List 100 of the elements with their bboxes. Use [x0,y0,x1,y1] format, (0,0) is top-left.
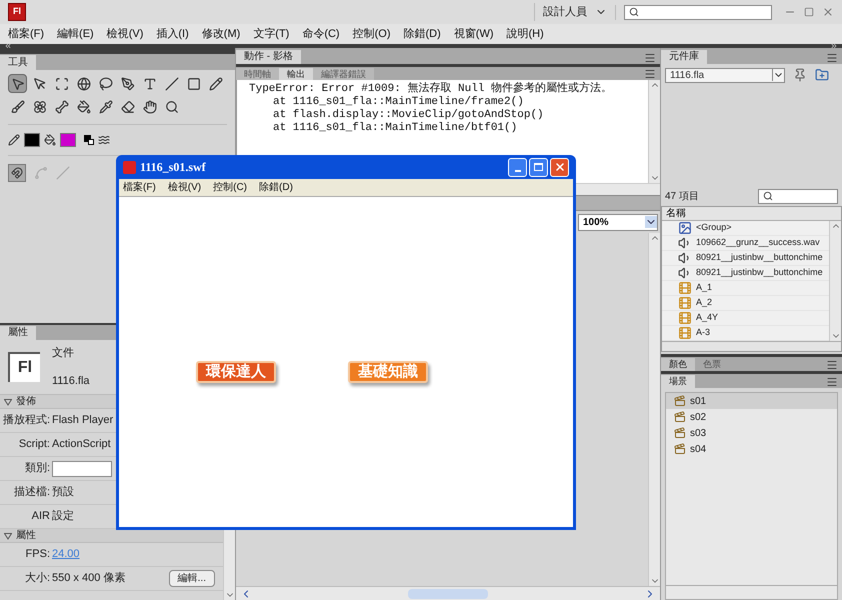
library-item[interactable]: A_2 [662,296,829,311]
clapperboard-icon [674,443,686,455]
expand-icon[interactable] [830,42,838,50]
menu-item[interactable]: 檢視(V) [168,180,202,195]
new-library-icon[interactable] [815,68,829,82]
panel-tab[interactable]: 工具 [0,55,36,70]
property-label: FPS: [24,547,51,562]
panel-menu-icon[interactable] [644,52,656,64]
minimize-button[interactable] [508,158,527,176]
scrollbar[interactable] [648,80,660,183]
menu-item[interactable]: 除錯(D) [259,180,293,195]
property-label: 大小: [24,571,51,586]
brush-icon [10,100,24,114]
panel-tab[interactable]: 編譯器錯誤 [313,68,374,80]
movie-clip-icon [678,326,692,340]
panel-menu-icon[interactable] [826,359,838,371]
scene-item[interactable]: s01 [666,393,837,409]
lasso-icon [98,76,112,90]
transform-icon [54,76,68,90]
maximize-icon[interactable] [804,7,814,17]
menu-item[interactable]: 檢視(V) [106,26,144,42]
panel-tab[interactable]: 時間軸 [236,68,279,80]
input-field[interactable] [52,460,112,476]
clapperboard-icon [674,395,686,407]
menu-item[interactable]: 修改(M) [202,26,240,42]
close-button[interactable] [550,158,569,176]
library-select[interactable]: 1116.fla [665,68,785,82]
panel-tab[interactable]: 動作 - 影格 [236,50,301,64]
minimize-icon [514,170,520,172]
pin-icon[interactable] [793,68,807,82]
pencil-icon [208,76,222,90]
maximize-icon [534,163,543,171]
caret-icon [772,69,784,81]
eyedropper-icon [98,100,112,114]
panel-tab[interactable]: 顏色 [661,358,695,371]
scrollbar[interactable] [829,221,841,341]
menu-item[interactable]: 說明(H) [506,26,544,42]
close-icon[interactable] [822,6,834,18]
section-header[interactable]: 屬性 [0,529,223,543]
menu-item[interactable]: 視窗(W) [454,26,494,42]
menu-item[interactable]: 檔案(F) [8,26,44,42]
menu-item[interactable]: 命令(C) [302,26,340,42]
property-label: 描述檔: [12,485,51,500]
bone-icon [54,100,68,114]
color-swatch[interactable] [60,133,76,147]
scene-item[interactable]: s03 [666,425,837,441]
color-swatch[interactable] [24,133,40,147]
panel-tab[interactable]: 輸出 [279,68,313,80]
paint-bucket-icon [44,134,56,146]
workspace-switcher[interactable]: 設計人員 [543,4,587,20]
line-icon [164,76,178,90]
column-header[interactable]: 名稱 [662,207,841,221]
tool-button[interactable] [8,74,27,93]
menu-item[interactable]: 控制(C) [213,180,248,195]
library-item[interactable]: 80921__justinbw__buttonchime [662,251,829,266]
menu-item[interactable]: 除錯(D) [404,26,441,42]
flower-icon [32,100,46,114]
library-item[interactable]: <Group> [662,221,829,236]
maximize-button[interactable] [529,158,548,176]
menu-item[interactable]: 編輯(E) [57,26,94,42]
edit-button[interactable]: 編輯... [168,570,215,587]
movie-clip-icon [678,311,692,325]
panel-menu-icon[interactable] [826,376,838,388]
panel-menu-icon[interactable] [826,52,838,64]
zoom-select[interactable]: 100% [578,214,658,230]
search-field[interactable] [624,4,772,20]
panel-tab[interactable]: 場景 [661,375,695,388]
menu-item[interactable]: 插入(I) [156,26,189,42]
clapperboard-icon [674,411,686,423]
search-field[interactable] [758,188,838,204]
rectangle-icon [186,76,200,90]
clapperboard-icon [674,427,686,439]
scene-item[interactable]: s02 [666,409,837,425]
collapse-icon[interactable] [4,42,12,50]
document-icon: Fl [8,352,40,382]
panel-tab[interactable]: 元件庫 [661,50,707,64]
scene-item[interactable]: s04 [666,441,837,457]
stack-trace-line: at 1116_s01_fla::MainTimeline/btf01() [272,122,518,135]
snap-button[interactable] [8,164,26,182]
library-item[interactable]: A_4Y [662,311,829,326]
scrollbar[interactable] [648,233,660,586]
menu-item[interactable]: 文字(T) [253,26,290,42]
panel-tab[interactable]: 屬性 [0,326,36,340]
library-item[interactable]: A-3 [662,326,829,341]
flash-button[interactable]: 環保達人 [196,361,276,383]
library-item[interactable]: 109662__grunz__success.wav [662,236,829,251]
paint-bucket-icon [76,100,90,114]
library-item[interactable]: 80921__justinbw__buttonchime [662,266,829,281]
pen-icon [120,76,134,90]
app-logo: Fl [8,3,26,21]
default-colors-icon[interactable] [84,135,94,145]
magnet-icon [11,167,23,179]
property-value: 550 x 400 像素 [52,570,126,586]
library-item[interactable]: A_1 [662,281,829,296]
property-value: 預設 [52,485,74,500]
document-name: 1116.fla [52,374,90,389]
menu-item[interactable]: 控制(O) [352,26,390,42]
menu-item[interactable]: 檔案(F) [123,180,156,195]
scrollbar[interactable] [236,586,660,600]
panel-menu-icon[interactable] [644,68,656,80]
